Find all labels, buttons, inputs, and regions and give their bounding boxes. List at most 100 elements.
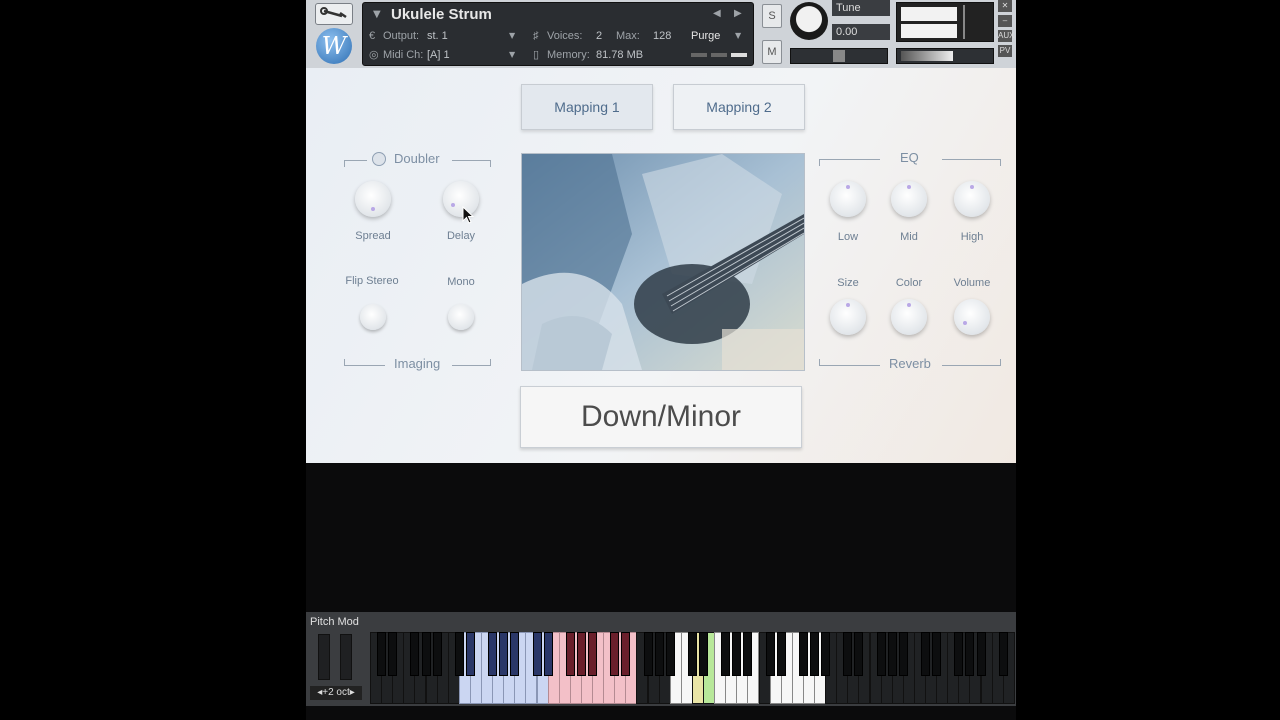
piano-black-key[interactable] xyxy=(532,632,542,676)
purge-menu[interactable]: Purge xyxy=(691,29,720,43)
piano-black-key[interactable] xyxy=(621,632,631,676)
piano-black-key[interactable] xyxy=(765,632,775,676)
piano-black-key[interactable] xyxy=(887,632,897,676)
pv-button[interactable]: PV xyxy=(998,45,1012,57)
piano-keys xyxy=(370,632,1016,704)
output-label: Output: xyxy=(383,30,420,42)
piano-black-key[interactable] xyxy=(576,632,586,676)
piano-black-key[interactable] xyxy=(854,632,864,676)
next-instrument-icon[interactable]: ▶ xyxy=(734,8,742,19)
piano-black-key[interactable] xyxy=(976,632,986,676)
flip-stereo-button[interactable] xyxy=(360,304,386,330)
reverb-color-knob[interactable] xyxy=(891,299,927,335)
piano-black-key[interactable] xyxy=(687,632,697,676)
midi-channel-value[interactable]: [A] 1 xyxy=(427,48,450,62)
piano-black-key[interactable] xyxy=(876,632,886,676)
piano-black-key[interactable] xyxy=(421,632,431,676)
imaging-bracket-right xyxy=(452,359,491,366)
piano-black-key[interactable] xyxy=(776,632,786,676)
output-dropdown-icon[interactable]: ▼ xyxy=(509,31,515,40)
piano-black-key[interactable] xyxy=(588,632,597,676)
collapse-arrow-icon[interactable]: ▼ xyxy=(373,9,381,20)
piano-black-key[interactable] xyxy=(454,632,464,676)
pan-slider[interactable] xyxy=(790,48,888,64)
piano-black-key[interactable] xyxy=(388,632,398,676)
piano-black-key[interactable] xyxy=(410,632,420,676)
piano-black-key[interactable] xyxy=(654,632,664,676)
piano-black-key[interactable] xyxy=(898,632,908,676)
piano-black-key[interactable] xyxy=(843,632,853,676)
piano-black-key[interactable] xyxy=(665,632,675,676)
tab-mapping-1[interactable]: Mapping 1 xyxy=(521,84,653,130)
octave-shift-control[interactable]: ◂+2 oct▸ xyxy=(310,686,362,700)
articulation-mode-display[interactable]: Down/Minor xyxy=(520,386,802,448)
piano-black-key[interactable] xyxy=(921,632,930,676)
solo-button[interactable]: S xyxy=(762,4,782,28)
minimize-icon[interactable]: – xyxy=(998,15,1012,27)
eq-low-knob[interactable] xyxy=(830,181,866,217)
piano-black-key[interactable] xyxy=(798,632,808,676)
tune-value[interactable]: 0.00 xyxy=(832,24,890,40)
piano-black-key[interactable] xyxy=(465,632,475,676)
reverb-volume-label: Volume xyxy=(953,277,991,289)
max-label: Max: xyxy=(616,30,640,42)
pan-slider-handle[interactable] xyxy=(833,50,845,62)
piano-black-key[interactable] xyxy=(998,632,1008,676)
tune-knob[interactable] xyxy=(790,2,828,40)
max-voices-value[interactable]: 128 xyxy=(653,29,671,43)
piano-black-key[interactable] xyxy=(510,632,520,676)
reverb-title: Reverb xyxy=(889,356,931,371)
level-meter-left xyxy=(901,7,957,21)
eq-high-knob[interactable] xyxy=(954,181,990,217)
eq-mid-label: Mid xyxy=(900,231,918,243)
piano-black-key[interactable] xyxy=(932,632,942,676)
piano-black-key[interactable] xyxy=(965,632,975,676)
eq-mid-knob[interactable] xyxy=(891,181,927,217)
tab-mapping-2[interactable]: Mapping 2 xyxy=(673,84,805,130)
piano-black-key[interactable] xyxy=(488,632,498,676)
octave-value: +2 oct xyxy=(322,687,350,698)
piano-black-key[interactable] xyxy=(743,632,753,676)
mono-button[interactable] xyxy=(448,304,474,330)
piano-black-key[interactable] xyxy=(565,632,575,676)
eq-low-label: Low xyxy=(837,231,859,243)
doubler-toggle[interactable] xyxy=(372,152,386,166)
piano-black-key[interactable] xyxy=(377,632,387,676)
modulation-wheel[interactable] xyxy=(340,634,352,680)
piano-black-key[interactable] xyxy=(432,632,442,676)
spread-knob[interactable] xyxy=(355,181,391,217)
level-meter-right xyxy=(901,24,957,38)
reverb-volume-knob[interactable] xyxy=(954,299,990,335)
octave-up-icon[interactable]: ▸ xyxy=(350,687,355,698)
midi-dropdown-icon[interactable]: ▼ xyxy=(509,50,515,59)
aux-button[interactable]: AUX xyxy=(998,30,1014,42)
eq-bracket-left xyxy=(819,159,880,166)
piano-black-key[interactable] xyxy=(643,632,653,676)
doubler-bracket-right xyxy=(452,160,491,167)
eq-high-label: High xyxy=(960,231,984,243)
piano-black-key[interactable] xyxy=(610,632,620,676)
pitch-mod-label: Pitch Mod xyxy=(310,616,359,628)
piano-black-key[interactable] xyxy=(699,632,708,676)
piano-black-key[interactable] xyxy=(732,632,742,676)
piano-black-key[interactable] xyxy=(499,632,509,676)
piano-black-key[interactable] xyxy=(810,632,819,676)
volume-slider[interactable] xyxy=(896,48,994,64)
voices-icon: ♯ xyxy=(533,30,539,42)
reverb-bracket-left xyxy=(819,359,880,366)
prev-instrument-icon[interactable]: ◀ xyxy=(713,8,721,19)
piano-black-key[interactable] xyxy=(543,632,553,676)
mute-button[interactable]: M xyxy=(762,40,782,64)
output-icon: € xyxy=(369,30,376,42)
instrument-name[interactable]: Ukulele Strum xyxy=(391,5,492,25)
kontakt-instrument-window: W ▼ Ukulele Strum ◀ ▶ € Output: st. 1 ▼ … xyxy=(306,0,1016,720)
close-icon[interactable]: ✕ xyxy=(998,0,1012,12)
pitch-bend-wheel[interactable] xyxy=(318,634,330,680)
piano-black-key[interactable] xyxy=(721,632,731,676)
piano-black-key[interactable] xyxy=(821,632,831,676)
output-value[interactable]: st. 1 xyxy=(427,29,448,43)
wrench-icon[interactable] xyxy=(315,3,353,25)
purge-dropdown-icon[interactable]: ▼ xyxy=(735,31,741,40)
piano-black-key[interactable] xyxy=(954,632,964,676)
reverb-size-knob[interactable] xyxy=(830,299,866,335)
